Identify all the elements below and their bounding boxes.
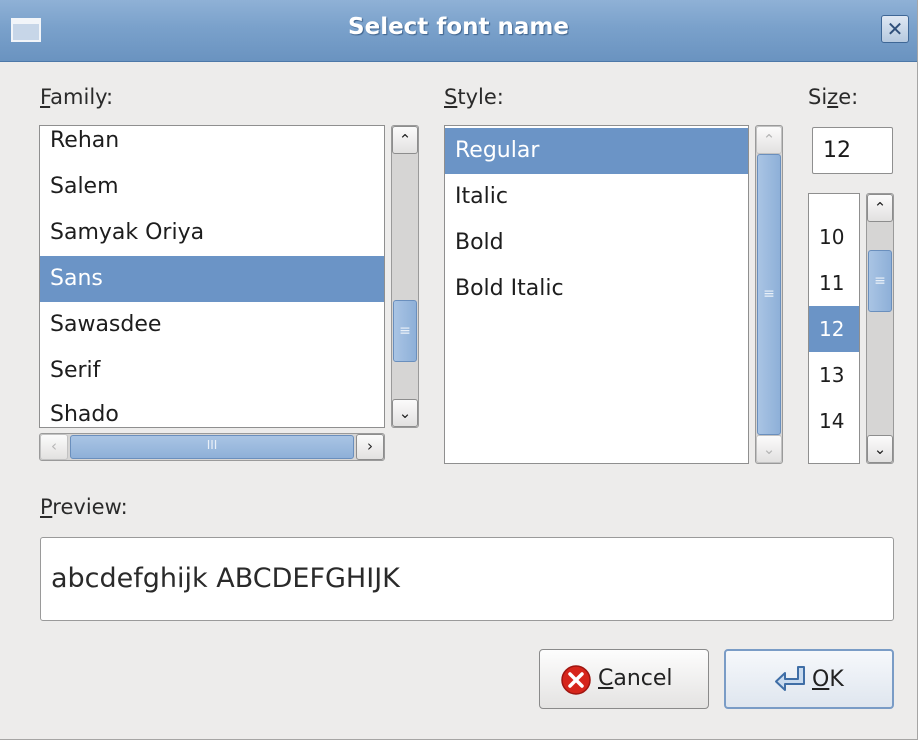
scroll-up-icon[interactable]: ⌃	[392, 126, 418, 154]
scroll-down-icon[interactable]: ⌄	[392, 399, 418, 427]
style-item-italic[interactable]: Italic	[445, 174, 748, 220]
size-input[interactable]: 12	[812, 127, 893, 174]
scroll-up-icon[interactable]: ⌃	[756, 126, 782, 154]
size-scroll-thumb[interactable]: ≡	[868, 250, 892, 312]
close-icon[interactable]: ✕	[881, 15, 909, 43]
family-item-sawasdee[interactable]: Sawasdee	[40, 302, 384, 348]
size-item-14[interactable]: 14	[809, 398, 859, 444]
style-label: Style:	[444, 85, 504, 109]
cancel-label: Cancel	[598, 666, 673, 691]
size-list[interactable]: 10 11 12 13 14	[808, 193, 860, 464]
family-item-sans[interactable]: Sans	[40, 256, 384, 302]
size-item-12[interactable]: 12	[809, 306, 859, 352]
scroll-up-icon[interactable]: ⌃	[867, 194, 893, 222]
size-vertical-scrollbar[interactable]: ⌃ ≡ ⌄	[866, 193, 894, 464]
font-selection-dialog: Select font name ✕ Family: Rehan Salem S…	[0, 0, 918, 740]
family-label: Family:	[40, 85, 114, 109]
style-scroll-thumb[interactable]: ≡	[757, 154, 781, 435]
family-list[interactable]: Rehan Salem Samyak Oriya Sans Sawasdee S…	[39, 125, 385, 428]
size-item-13[interactable]: 13	[809, 352, 859, 398]
family-item-samyak-oriya[interactable]: Samyak Oriya	[40, 210, 384, 256]
family-hscroll-thumb[interactable]: III	[70, 435, 354, 459]
family-vertical-scrollbar[interactable]: ⌃ ≡ ⌄	[391, 125, 419, 428]
cancel-button[interactable]: Cancel	[539, 649, 709, 709]
scroll-down-icon[interactable]: ⌄	[867, 435, 893, 463]
scroll-down-icon[interactable]: ⌄	[756, 435, 782, 463]
size-label: Size:	[808, 85, 859, 109]
family-item-rehan[interactable]: Rehan	[40, 126, 384, 164]
family-item-shado[interactable]: Shado	[40, 392, 384, 427]
dialog-title: Select font name	[348, 14, 569, 40]
family-scroll-thumb[interactable]: ≡	[393, 300, 417, 362]
style-vertical-scrollbar[interactable]: ⌃ ≡ ⌄	[755, 125, 783, 464]
ok-label: OK	[812, 667, 844, 692]
size-item-11[interactable]: 11	[809, 260, 859, 306]
preview-label: Preview:	[40, 495, 128, 519]
size-item-10[interactable]: 10	[809, 214, 859, 260]
scroll-left-icon[interactable]: ‹	[40, 434, 68, 460]
preview-input[interactable]: abcdefghijk ABCDEFGHIJK	[40, 537, 894, 621]
family-item-serif[interactable]: Serif	[40, 348, 384, 394]
title-bar: Select font name ✕	[0, 0, 917, 62]
style-item-regular[interactable]: Regular	[445, 128, 748, 174]
cancel-icon	[561, 665, 591, 695]
style-item-bold-italic[interactable]: Bold Italic	[445, 266, 748, 312]
family-horizontal-scrollbar[interactable]: ‹ III ›	[39, 433, 385, 461]
scroll-right-icon[interactable]: ›	[356, 434, 384, 460]
style-item-bold[interactable]: Bold	[445, 220, 748, 266]
family-item-salem[interactable]: Salem	[40, 164, 384, 210]
ok-button[interactable]: OK	[724, 649, 894, 709]
style-list[interactable]: Regular Italic Bold Bold Italic	[444, 125, 749, 464]
enter-arrow-icon	[775, 666, 805, 691]
